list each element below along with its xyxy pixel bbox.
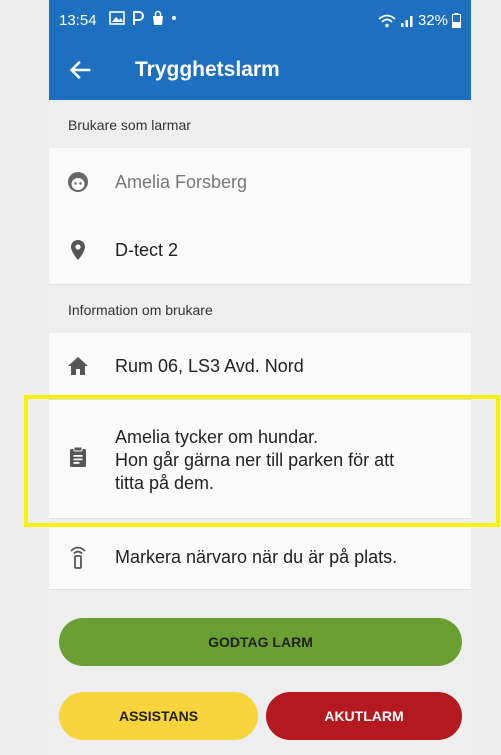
accept-alarm-button[interactable]: GODTAG LARM [59,618,462,666]
status-time: 13:54 [59,12,97,29]
section-header-info-label: Information om brukare [68,302,213,318]
section-header-user-label: Brukare som larmar [68,117,191,133]
user-name: Amelia Forsberg [115,172,248,192]
section-header-info: Information om brukare [49,285,471,333]
home-icon [68,357,88,375]
status-right: 32% [378,12,461,29]
user-name-row: Amelia Forsberg [49,148,471,217]
presence-row: Markera närvaro när du är på plats. [49,525,471,590]
back-arrow-icon[interactable] [67,56,95,84]
highlight-frame [24,395,500,527]
dot-icon [172,16,176,20]
battery-percent: 32% [417,12,448,29]
emergency-alarm-button[interactable]: AKUTLARM [266,692,462,740]
presence-hint: Markera närvaro när du är på plats. [115,547,398,567]
face-icon [68,172,88,192]
image-icon [109,11,125,25]
assist-button[interactable]: ASSISTANS [59,692,258,740]
room-row: Rum 06, LS3 Avd. Nord [49,333,471,400]
room-text: Rum 06, LS3 Avd. Nord [115,356,304,376]
app-bar: Trygghetslarm [49,40,471,100]
device-row: D-tect 2 [49,216,471,285]
status-left-icons [109,10,177,26]
status-bar: 13:54 32% [49,0,471,40]
bag-icon [153,10,163,25]
parking-icon [133,11,144,25]
page-title: Trygghetslarm [135,58,280,81]
phone-screen: 13:54 32% Trygghetslarm Brukare som larm… [49,0,471,755]
wifi-icon [378,14,396,27]
signal-icon [400,15,413,27]
battery-icon [452,13,461,28]
device-name: D-tect 2 [115,240,179,260]
nfc-tag-icon [70,546,86,569]
location-pin-icon [71,240,85,260]
section-header-user: Brukare som larmar [49,100,471,148]
